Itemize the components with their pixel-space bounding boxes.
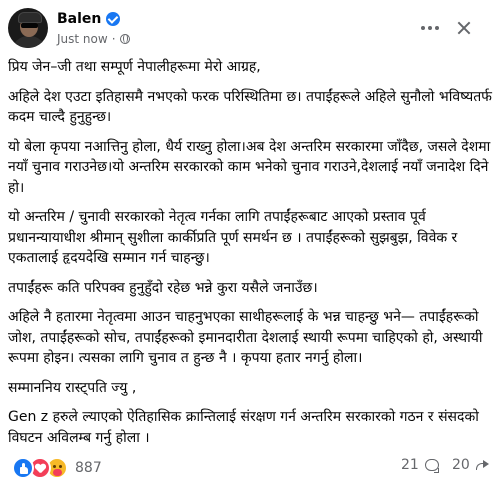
- care-eye: [59, 465, 62, 468]
- share-count: 20: [452, 457, 470, 473]
- comment-count: 21: [401, 457, 419, 473]
- post-paragraph: यो बेला कृपया नआत्तिनु होला, धैर्य राख्न…: [8, 138, 491, 196]
- share-icon: [475, 458, 489, 472]
- close-icon[interactable]: [452, 16, 476, 40]
- avatar-glasses: [21, 23, 38, 28]
- post-paragraph: यो अन्तरिम / चुनावी सरकारको नेतृत्व गर्न…: [8, 209, 458, 266]
- meta-separator: ·: [111, 32, 116, 46]
- reaction-count[interactable]: 887: [75, 460, 102, 476]
- heart-icon: [35, 464, 45, 473]
- post-body: प्रिय जेन–जी तथा सम्पूर्ण नेपालीहरूमा मे…: [8, 57, 494, 457]
- avatar-hat: [18, 12, 42, 23]
- post-paragraph: तपाईंहरू कति परिपक्व हुनुहुँदो रहेछ भन्न…: [8, 279, 318, 296]
- comment-icon: [424, 459, 439, 473]
- verified-badge-icon: [106, 12, 121, 26]
- post-paragraph: अहिले देश एउटा इतिहासमै नभएको फरक परिस्थ…: [8, 88, 492, 126]
- post-footer: 887 21 20: [0, 451, 500, 481]
- post-timestamp[interactable]: Just now: [57, 32, 108, 46]
- more-dot-icon: [428, 26, 432, 30]
- author-name[interactable]: Balen: [57, 10, 101, 28]
- more-dot-icon: [435, 26, 439, 30]
- post-header: Balen Just now ·: [0, 0, 500, 56]
- author-avatar[interactable]: [8, 8, 48, 48]
- share-count-link[interactable]: 20: [452, 457, 489, 473]
- like-reaction-icon: [12, 457, 34, 479]
- post-meta: Just now ·: [57, 32, 130, 46]
- globe-icon[interactable]: [119, 34, 130, 44]
- care-eye: [53, 465, 56, 468]
- comment-count-link[interactable]: 21: [401, 457, 439, 473]
- post-paragraph: सम्माननिय रास्ट्पति ज्यु ,: [8, 379, 137, 396]
- more-options-button[interactable]: [418, 16, 442, 40]
- more-dot-icon: [421, 26, 425, 30]
- post-paragraph: प्रिय जेन–जी तथा सम्पूर्ण नेपालीहरूमा मे…: [8, 59, 261, 75]
- care-heart: [53, 469, 62, 476]
- avatar-body: [12, 36, 46, 48]
- author-row: Balen: [57, 10, 121, 28]
- reactions-summary[interactable]: 887: [12, 457, 102, 479]
- post-paragraph: अहिले नै हतारमा नेतृत्वमा आउन चाहनुभएका …: [8, 309, 483, 366]
- post-paragraph: Gen z हरुले ल्याएको ऐतिहासिक क्रान्तिलाई…: [8, 409, 479, 446]
